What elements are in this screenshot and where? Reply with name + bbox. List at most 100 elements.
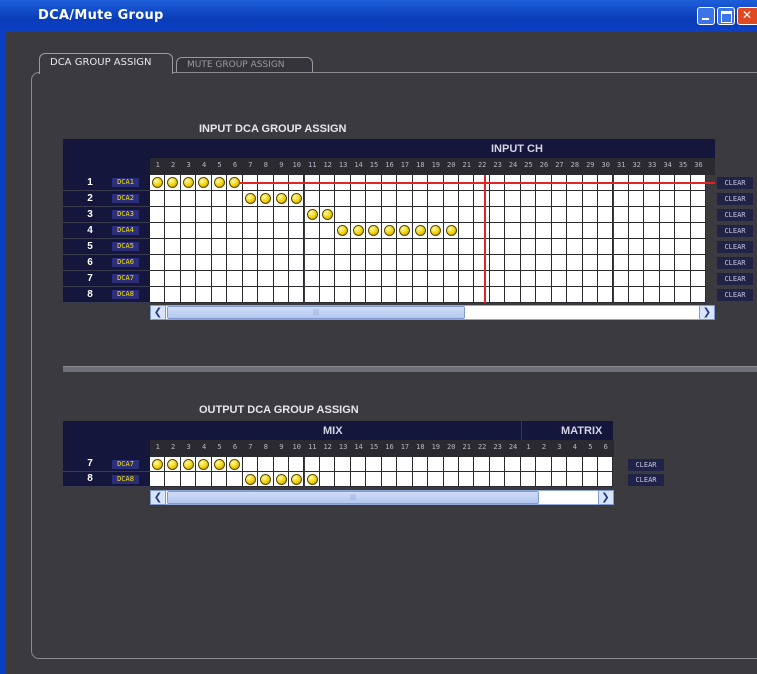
assign-cell[interactable]	[180, 239, 197, 255]
assign-dot[interactable]	[182, 177, 194, 188]
assign-cell[interactable]	[582, 191, 599, 207]
assign-cell[interactable]	[258, 223, 274, 239]
assign-cell[interactable]	[598, 239, 614, 255]
assign-cell[interactable]	[536, 223, 552, 239]
assign-cell[interactable]	[211, 255, 228, 271]
assign-cell[interactable]	[582, 207, 599, 223]
assign-cell[interactable]	[536, 191, 552, 207]
assign-cell[interactable]	[273, 271, 290, 287]
assign-cell[interactable]	[335, 191, 351, 207]
assign-cell[interactable]	[304, 271, 320, 287]
clear-button[interactable]: CLEAR	[717, 177, 753, 189]
assign-cell[interactable]	[628, 191, 645, 207]
tab-dca-group-assign[interactable]: DCA GROUP ASSIGN	[39, 53, 173, 74]
assign-cell[interactable]	[428, 255, 444, 271]
assign-cell[interactable]	[613, 255, 629, 271]
assign-cell[interactable]	[428, 239, 444, 255]
assign-cell[interactable]	[196, 207, 212, 223]
assign-cell[interactable]	[489, 287, 506, 303]
assign-cell[interactable]	[520, 223, 537, 239]
minimize-icon[interactable]	[697, 7, 715, 25]
assign-cell[interactable]	[598, 457, 614, 472]
assign-cell[interactable]	[350, 239, 367, 255]
assign-dot[interactable]	[445, 225, 457, 236]
assign-cell[interactable]	[150, 255, 166, 271]
assign-cell[interactable]	[273, 255, 290, 271]
assign-cell[interactable]	[474, 239, 490, 255]
assign-cell[interactable]	[582, 472, 599, 487]
assign-cell[interactable]	[582, 255, 599, 271]
tab-mute-group-assign[interactable]: MUTE GROUP ASSIGN	[176, 57, 313, 73]
assign-cell[interactable]	[459, 207, 475, 223]
assign-cell[interactable]	[350, 287, 367, 303]
assign-cell[interactable]	[474, 457, 490, 472]
assign-cell[interactable]	[520, 271, 537, 287]
assign-cell[interactable]	[489, 191, 506, 207]
clear-button[interactable]: CLEAR	[717, 257, 753, 269]
assign-cell[interactable]	[165, 271, 181, 287]
assign-cell[interactable]	[675, 207, 691, 223]
assign-cell[interactable]	[335, 239, 351, 255]
assign-cell[interactable]	[428, 207, 444, 223]
scroll-right-icon[interactable]: ❯	[699, 305, 715, 320]
assign-cell[interactable]	[227, 191, 243, 207]
assign-cell[interactable]	[551, 223, 568, 239]
maximize-icon[interactable]	[717, 7, 735, 25]
assign-cell[interactable]	[489, 255, 506, 271]
assign-cell[interactable]	[304, 457, 320, 472]
assign-cell[interactable]	[628, 271, 645, 287]
assign-cell[interactable]	[520, 207, 537, 223]
assign-cell[interactable]	[505, 255, 521, 271]
assign-cell[interactable]	[489, 239, 506, 255]
assign-cell[interactable]	[165, 207, 181, 223]
assign-cell[interactable]	[505, 207, 521, 223]
clear-button[interactable]: CLEAR	[717, 289, 753, 301]
assign-cell[interactable]	[474, 223, 490, 239]
assign-cell[interactable]	[428, 287, 444, 303]
assign-cell[interactable]	[598, 255, 614, 271]
assign-cell[interactable]	[598, 207, 614, 223]
assign-cell[interactable]	[319, 457, 336, 472]
assign-dot[interactable]	[213, 177, 225, 188]
assign-cell[interactable]	[489, 457, 506, 472]
assign-cell[interactable]	[520, 287, 537, 303]
assign-cell[interactable]	[180, 271, 197, 287]
assign-cell[interactable]	[150, 287, 166, 303]
assign-cell[interactable]	[551, 287, 568, 303]
assign-cell[interactable]	[690, 287, 707, 303]
assign-cell[interactable]	[536, 255, 552, 271]
assign-cell[interactable]	[227, 271, 243, 287]
assign-cell[interactable]	[567, 287, 583, 303]
assign-cell[interactable]	[412, 239, 429, 255]
assign-cell[interactable]	[459, 271, 475, 287]
assign-cell[interactable]	[690, 207, 707, 223]
assign-cell[interactable]	[675, 239, 691, 255]
assign-dot[interactable]	[291, 474, 303, 485]
assign-cell[interactable]	[551, 255, 568, 271]
assign-cell[interactable]	[366, 287, 382, 303]
assign-cell[interactable]	[304, 255, 320, 271]
clear-button[interactable]: CLEAR	[717, 209, 753, 221]
assign-cell[interactable]	[289, 207, 305, 223]
assign-cell[interactable]	[412, 457, 429, 472]
assign-cell[interactable]	[505, 472, 521, 487]
assign-cell[interactable]	[443, 457, 459, 472]
assign-cell[interactable]	[659, 287, 676, 303]
assign-cell[interactable]	[598, 223, 614, 239]
assign-cell[interactable]	[536, 287, 552, 303]
assign-cell[interactable]	[319, 472, 336, 487]
assign-cell[interactable]	[567, 271, 583, 287]
assign-cell[interactable]	[474, 271, 490, 287]
assign-cell[interactable]	[397, 207, 413, 223]
assign-cell[interactable]	[628, 223, 645, 239]
assign-dot[interactable]	[244, 193, 256, 204]
assign-dot[interactable]	[152, 177, 163, 188]
assign-cell[interactable]	[598, 271, 614, 287]
assign-cell[interactable]	[582, 287, 599, 303]
assign-cell[interactable]	[536, 472, 552, 487]
assign-cell[interactable]	[289, 271, 305, 287]
assign-dot[interactable]	[321, 209, 333, 220]
assign-cell[interactable]	[412, 191, 429, 207]
assign-cell[interactable]	[675, 255, 691, 271]
assign-cell[interactable]	[273, 223, 290, 239]
